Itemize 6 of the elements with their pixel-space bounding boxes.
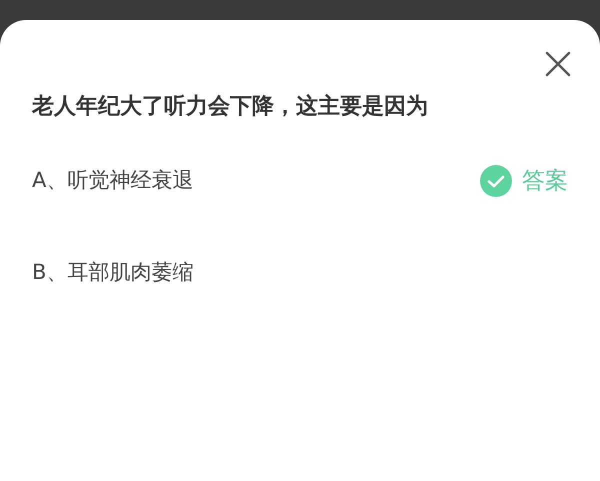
check-icon — [480, 165, 512, 197]
close-icon[interactable] — [544, 50, 572, 78]
option-text[interactable]: A、听觉神经衰退 — [32, 165, 194, 197]
question-text: 老人年纪大了听力会下降，这主要是因为 — [32, 92, 429, 121]
option-text[interactable]: B、耳部肌肉萎缩 — [32, 257, 194, 289]
answer-label: 答案 — [522, 166, 568, 196]
